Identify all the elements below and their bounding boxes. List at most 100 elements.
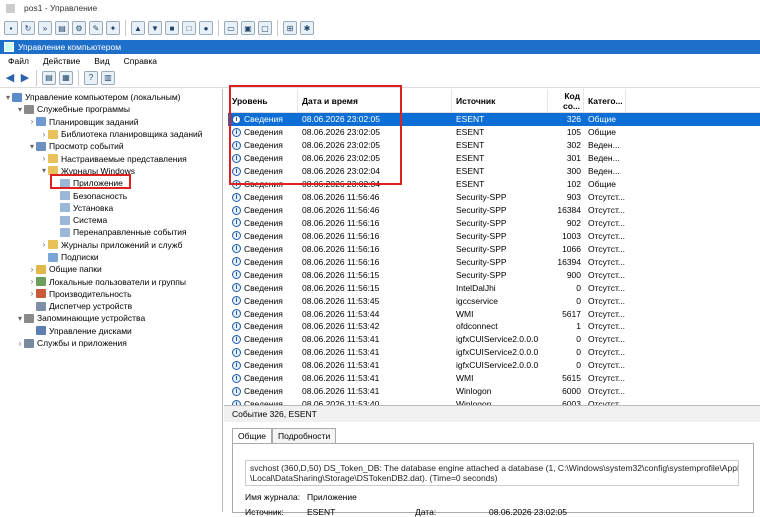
plugin-icon[interactable]: ✱ [300,21,314,35]
menu-view[interactable]: Вид [94,56,109,66]
table-row[interactable]: i Сведения 08.06.2026 11:53:42 ofdconnect 1 О… [228,320,760,333]
show-tree-icon[interactable]: ▦ [59,70,73,85]
wrench-icon[interactable]: ✎ [89,21,103,35]
tree-node[interactable]: ▾ Запоминающие устройства [0,312,222,324]
upload-icon[interactable]: ▲ [131,21,145,35]
tree-node[interactable]: › Общие папки [0,263,222,275]
table-row[interactable]: i Сведения 08.06.2026 11:56:15 IntelDalJhi 0… [228,281,760,294]
cell-source: ESENT [456,153,485,164]
settings-icon[interactable]: ⚙ [72,21,86,35]
lock-icon[interactable]: ■ [165,21,179,35]
expand-icon[interactable]: › [40,154,48,163]
lock-open-icon[interactable]: □ [182,21,196,35]
up-folder-icon[interactable]: ▤ [42,70,56,85]
tree-node[interactable]: Подписки [0,251,222,263]
collapse-icon[interactable]: ▾ [16,105,24,114]
table-row[interactable]: i Сведения 08.06.2026 11:56:16 Security-SPP… [228,242,760,255]
table-row[interactable]: i Сведения 08.06.2026 11:53:41 igfxCUIServi… [228,346,760,359]
tree-node[interactable]: Управление дисками [0,325,222,337]
table-row[interactable]: i Сведения 08.06.2026 11:53:41 Winlogon 6000… [228,385,760,398]
tree-node[interactable]: › Локальные пользователи и группы [0,275,222,287]
refresh-icon[interactable]: ↻ [21,21,35,35]
tools-icon[interactable]: ✦ [106,21,120,35]
cell-event-id: 1003 [562,230,581,241]
tree-node[interactable]: › Производительность [0,288,222,300]
expand-icon[interactable]: › [28,117,36,126]
cell-category: Веден... [588,166,620,177]
tree-node[interactable]: Система [0,214,222,226]
expand-icon[interactable]: › [28,277,36,286]
table-row[interactable]: i Сведения 08.06.2026 11:53:41 igfxCUIServi… [228,359,760,372]
menu-help[interactable]: Справка [124,56,157,66]
table-row[interactable]: i Сведения 08.06.2026 11:53:40 Winlogon 6003… [228,398,760,405]
column-source[interactable]: Источник [452,89,548,112]
collapse-icon[interactable]: ▾ [40,166,48,175]
table-row[interactable]: i Сведения 08.06.2026 11:56:46 Security-SPP… [228,204,760,217]
table-row[interactable]: i Сведения 08.06.2026 11:56:15 Security-SPP… [228,268,760,281]
tree-node[interactable]: › Планировщик заданий [0,116,222,128]
tree-node[interactable]: ▾ Просмотр событий [0,140,222,152]
cell-event-id: 16384 [557,205,581,216]
menu-file[interactable]: Файл [8,56,29,66]
expand-icon[interactable]: › [40,240,48,249]
table-row[interactable]: i Сведения 08.06.2026 11:53:41 WMI 5615 Отсут… [228,372,760,385]
key-icon[interactable]: ● [199,21,213,35]
properties-icon[interactable]: ▥ [101,70,115,85]
performance-icon [36,289,46,299]
selected-node-highlight [50,174,131,189]
level-text: Сведения [244,308,283,319]
window-icon[interactable]: ▣ [241,21,255,35]
forward-arrow-icon[interactable]: ▶ [19,72,31,84]
back-arrow-icon[interactable]: ◀ [4,72,16,84]
download-icon[interactable]: ▼ [148,21,162,35]
column-event-id[interactable]: Код со... [548,89,584,112]
level-text: Сведения [244,243,283,254]
tab-general[interactable]: Общие [232,428,272,443]
tree-node[interactable]: Безопасность [0,189,222,201]
collapse-icon[interactable]: ▾ [28,142,36,151]
expand-icon[interactable]: › [28,265,36,274]
collapse-icon[interactable]: ▾ [16,314,24,323]
storage-icon [24,313,34,323]
cell-category: Отсутст... [588,192,625,203]
tree-node[interactable]: › Настраиваемые представления [0,152,222,164]
folder-icon[interactable]: ▤ [55,21,69,35]
expand-icon[interactable]: › [16,339,24,348]
table-row[interactable]: i Сведения 08.06.2026 11:53:45 igccservice 0… [228,294,760,307]
tree-node[interactable]: ▾ Управление компьютером (локальным) [0,91,222,103]
level-text: Сведения [244,386,283,397]
tree-node[interactable]: Установка [0,202,222,214]
table-row[interactable]: i Сведения 08.06.2026 11:53:44 WMI 5617 Отсут… [228,307,760,320]
tree-node[interactable]: Диспетчер устройств [0,300,222,312]
cell-event-id: 903 [566,192,581,203]
table-row[interactable]: i Сведения 08.06.2026 11:56:46 Security-SPP… [228,191,760,204]
screen-icon[interactable]: ▢ [258,21,272,35]
table-row[interactable]: i Сведения 08.06.2026 11:56:16 Security-SPP… [228,229,760,242]
tree-node[interactable]: Перенаправленные события [0,226,222,238]
collapse-icon[interactable]: ▾ [4,93,12,102]
table-row[interactable]: i Сведения 08.06.2026 11:56:16 Security-SPP… [228,255,760,268]
monitor-icon[interactable]: ▭ [224,21,238,35]
info-icon: i [232,283,241,293]
event-description[interactable]: svchost (360,D,50) DS_Token_DB: The data… [245,460,739,486]
expand-icon[interactable]: › [40,130,48,139]
tree-node[interactable]: › Библиотека планировщика заданий [0,128,222,140]
tree-node[interactable]: › Службы и приложения [0,337,222,349]
column-category[interactable]: Катего... [584,89,626,112]
help-icon[interactable]: ? [84,70,98,85]
expand-icon[interactable]: › [28,289,36,298]
table-row[interactable]: i Сведения 08.06.2026 11:56:16 Security-SPP… [228,217,760,230]
save-icon[interactable]: ▪ [4,21,18,35]
network-icon[interactable]: ⊞ [283,21,297,35]
tab-details[interactable]: Подробности [271,428,337,443]
menu-action[interactable]: Действие [43,56,80,66]
tree-node[interactable]: › Журналы приложений и служб [0,239,222,251]
cell-level: i Сведения [228,309,298,319]
subscription-icon [48,252,58,262]
chevron-icon[interactable]: » [38,21,52,35]
table-row[interactable]: i Сведения 08.06.2026 11:53:41 igfxCUIServi… [228,333,760,346]
tree-node[interactable]: ▾ Служебные программы [0,103,222,115]
cell-category: Отсутст... [588,308,625,319]
window-icon [6,3,15,13]
tree-node-label: Безопасность [73,190,128,201]
